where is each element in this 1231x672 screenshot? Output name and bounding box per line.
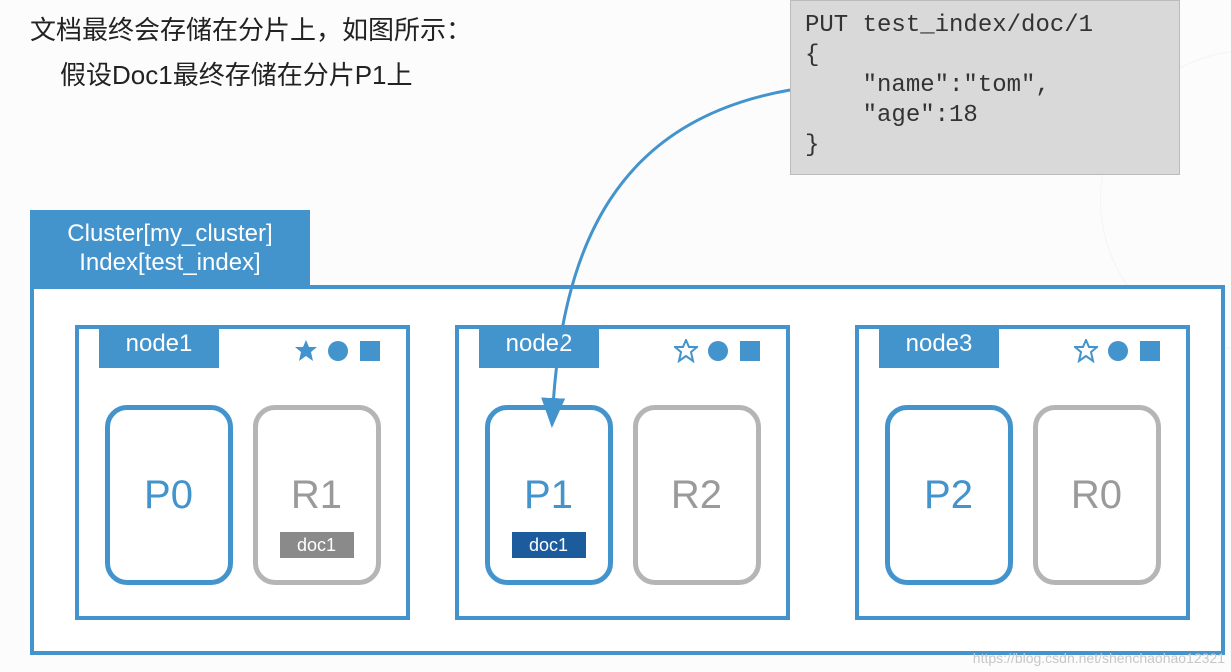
shard-p0-label: P0	[144, 473, 193, 518]
intro-line-2: 假设Doc1最终存储在分片P1上	[60, 55, 413, 92]
shard-p2: P2	[885, 405, 1013, 585]
shard-p2-label: P2	[924, 473, 973, 518]
circle-icon	[1106, 339, 1130, 363]
shard-r0-label: R0	[1071, 473, 1122, 518]
node-2-shards: P1 doc1 R2	[479, 394, 766, 596]
intro-line-1: 文档最终会存储在分片上，如图所示：	[30, 10, 472, 47]
shard-p0: P0	[105, 405, 233, 585]
put-request-code: PUT test_index/doc/1 { "name":"tom", "ag…	[790, 0, 1180, 175]
shard-r1: R1 doc1	[253, 405, 381, 585]
cluster-header: Cluster[my_cluster] Index[test_index]	[30, 210, 310, 285]
node-2-label: node2	[479, 326, 599, 368]
shard-r1-doc: doc1	[280, 532, 354, 558]
square-icon	[358, 339, 382, 363]
shard-p1-doc: doc1	[512, 532, 586, 558]
shard-p1-label: P1	[524, 473, 573, 518]
node-3-shards: P2 R0	[879, 394, 1166, 596]
star-outline-icon	[674, 339, 698, 363]
cluster-name: Cluster[my_cluster]	[32, 220, 308, 249]
circle-icon	[326, 339, 350, 363]
shard-r0: R0	[1033, 405, 1161, 585]
node-1-label: node1	[99, 326, 219, 368]
watermark: https://blog.csdn.net/shenchaohao12321	[973, 650, 1225, 666]
star-filled-icon	[294, 339, 318, 363]
shard-r2-label: R2	[671, 473, 722, 518]
square-icon	[738, 339, 762, 363]
node-1-shards: P0 R1 doc1	[99, 394, 386, 596]
shard-p1: P1 doc1	[485, 405, 613, 585]
shard-r2: R2	[633, 405, 761, 585]
star-outline-icon	[1074, 339, 1098, 363]
node-3-icons	[1074, 332, 1184, 370]
node-2-icons	[674, 332, 784, 370]
circle-icon	[706, 339, 730, 363]
node-3: node3 P2 R0	[855, 325, 1190, 620]
node-1-icons	[294, 332, 404, 370]
square-icon	[1138, 339, 1162, 363]
shard-r1-label: R1	[291, 473, 342, 518]
node-1: node1 P0 R1 doc1	[75, 325, 410, 620]
index-name: Index[test_index]	[32, 249, 308, 278]
node-2: node2 P1 doc1 R2	[455, 325, 790, 620]
node-3-label: node3	[879, 326, 999, 368]
